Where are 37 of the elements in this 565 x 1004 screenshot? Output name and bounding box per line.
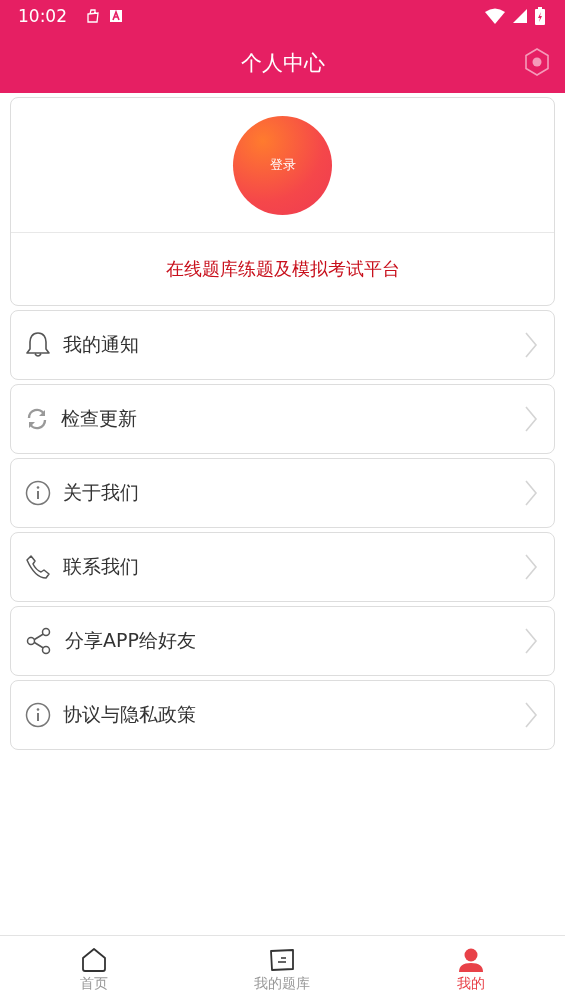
chevron-right-icon xyxy=(524,479,538,507)
home-icon xyxy=(81,947,108,973)
settings-icon[interactable] xyxy=(523,47,551,77)
person-icon xyxy=(457,947,484,973)
signal-icon xyxy=(513,9,527,23)
chevron-right-icon xyxy=(524,701,538,729)
info-icon xyxy=(25,480,51,506)
notification-icon xyxy=(85,8,101,24)
chevron-right-icon xyxy=(524,553,538,581)
refresh-icon xyxy=(25,407,49,431)
page-title: 个人中心 xyxy=(240,49,325,77)
list-card-icon xyxy=(269,947,296,973)
battery-icon xyxy=(535,7,545,25)
menu-label: 分享APP给好友 xyxy=(65,628,197,653)
menu-item[interactable]: 我的通知 xyxy=(10,310,555,380)
menu-item[interactable]: 联系我们 xyxy=(10,532,555,602)
menu-label: 我的通知 xyxy=(63,332,140,357)
menu-item[interactable]: 协议与隐私政策 xyxy=(10,680,555,750)
menu-label: 协议与隐私政策 xyxy=(63,702,197,727)
share-icon xyxy=(25,627,53,655)
menu-label: 关于我们 xyxy=(63,480,140,505)
app-notification-icon xyxy=(109,9,123,23)
phone-icon xyxy=(25,554,51,580)
status-time: 10:02 xyxy=(18,6,67,26)
menu-item[interactable]: 分享APP给好友 xyxy=(10,606,555,676)
menu-item[interactable]: 关于我们 xyxy=(10,458,555,528)
slogan-text: 在线题库练题及模拟考试平台 xyxy=(164,257,401,281)
chevron-right-icon xyxy=(524,627,538,655)
menu-label: 检查更新 xyxy=(61,406,138,431)
bell-icon xyxy=(25,331,51,359)
menu-item[interactable]: 检查更新 xyxy=(10,384,555,454)
menu-label: 联系我们 xyxy=(63,554,140,579)
nav-tab[interactable]: 我的 xyxy=(376,936,565,1004)
wifi-icon xyxy=(485,8,505,24)
info-icon xyxy=(25,702,51,728)
chevron-right-icon xyxy=(524,331,538,359)
chevron-right-icon xyxy=(524,405,538,433)
